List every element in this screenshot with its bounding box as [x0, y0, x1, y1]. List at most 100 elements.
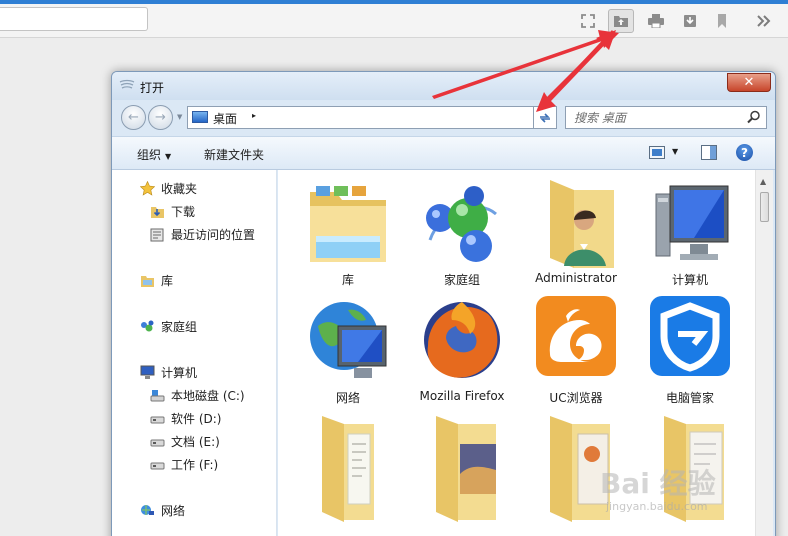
more-tools-button[interactable]: [751, 9, 777, 33]
file-item-pc-manager[interactable]: 电脑管家: [633, 290, 747, 406]
back-button[interactable]: ←: [121, 105, 146, 130]
view-dropdown-icon[interactable]: ▼: [672, 147, 678, 156]
folder-icon: [436, 416, 496, 522]
system-drive-icon: [150, 390, 165, 402]
breadcrumb-chevron-icon[interactable]: ▸: [252, 111, 256, 120]
dialog-titlebar: 打开 ✕: [112, 72, 775, 100]
search-box: [565, 106, 767, 129]
dialog-app-icon: [119, 79, 135, 89]
nav-drive-f[interactable]: 工作 (F:): [150, 456, 218, 473]
search-input[interactable]: [566, 107, 742, 128]
homegroup-spheres-icon: [426, 186, 497, 262]
command-bar: 组织 ▼ 新建文件夹 ▼ ?: [112, 136, 775, 170]
file-item-folder[interactable]: [291, 408, 405, 524]
nav-favorites-label: 收藏夹: [161, 182, 198, 196]
open-folder-icon: [614, 16, 628, 27]
nav-libraries-label: 库: [161, 274, 174, 288]
recent-places-icon: [150, 228, 164, 242]
new-folder-button[interactable]: 新建文件夹: [204, 146, 264, 163]
browser-toolbar: [0, 4, 788, 38]
nav-homegroup-label: 家庭组: [161, 320, 198, 334]
refresh-button[interactable]: [533, 106, 557, 129]
file-item-network[interactable]: 网络: [291, 290, 405, 406]
forward-button[interactable]: →: [148, 105, 173, 130]
search-icon[interactable]: [747, 110, 761, 124]
baidu-watermark-url: jingyan.baidu.com: [606, 500, 708, 513]
dialog-title: 打开: [140, 81, 165, 95]
file-item-homegroup[interactable]: 家庭组: [405, 172, 519, 288]
nav-favorites[interactable]: 收藏夹: [140, 180, 197, 197]
help-button[interactable]: ?: [736, 144, 753, 161]
nav-network[interactable]: 网络: [140, 502, 185, 519]
file-item-label: Administrator: [535, 271, 617, 285]
address-breadcrumb[interactable]: 桌面 ▸ ▼: [187, 106, 557, 129]
nav-drive-d-label: 软件 (D:): [171, 412, 222, 426]
file-item-uc-browser[interactable]: UC浏览器: [519, 290, 633, 406]
address-field[interactable]: [0, 7, 148, 31]
uc-browser-icon: [536, 296, 616, 376]
nav-drive-c-label: 本地磁盘 (C:): [171, 389, 245, 403]
fullscreen-icon: [581, 14, 595, 28]
network-globe-icon: [310, 302, 387, 378]
save-page-button[interactable]: [677, 9, 703, 33]
breadcrumb-location[interactable]: 桌面: [213, 110, 237, 127]
print-icon: [648, 14, 664, 28]
double-chevron-icon: [757, 15, 771, 27]
nav-drive-e[interactable]: 文档 (E:): [150, 433, 220, 450]
nav-drive-e-label: 文档 (E:): [171, 435, 220, 449]
save-download-icon: [684, 15, 696, 27]
user-folder-icon: [550, 180, 614, 268]
file-item-firefox[interactable]: Mozilla Firefox: [405, 290, 519, 406]
nav-network-label: 网络: [161, 504, 186, 518]
nav-recent-places-label: 最近访问的位置: [171, 228, 256, 242]
file-item-label: UC浏览器: [549, 391, 603, 405]
dialog-navbar: ← → ▼ 桌面 ▸ ▼: [112, 100, 775, 136]
library-folder-icon: [310, 186, 386, 262]
scroll-thumb[interactable]: [760, 192, 769, 222]
file-item-label: 计算机: [671, 273, 708, 287]
nav-computer-label: 计算机: [161, 366, 198, 380]
file-item-label: Mozilla Firefox: [419, 389, 505, 403]
file-item-folder[interactable]: [405, 408, 519, 524]
network-icon: [141, 505, 154, 515]
drive-icon: [150, 416, 165, 424]
download-folder-icon: [151, 207, 164, 218]
file-item-label: 库: [341, 273, 354, 287]
open-file-button[interactable]: [608, 9, 634, 33]
nav-drive-c[interactable]: 本地磁盘 (C:): [150, 387, 245, 404]
firefox-icon: [424, 302, 500, 378]
vertical-scrollbar[interactable]: ▲: [755, 170, 773, 536]
homegroup-icon: [141, 320, 154, 332]
organize-button[interactable]: 组织 ▼: [137, 146, 171, 163]
organize-label: 组织: [137, 148, 162, 162]
file-item-libraries[interactable]: 库: [291, 172, 405, 288]
scroll-up-icon[interactable]: ▲: [760, 177, 766, 186]
bookmark-button[interactable]: [709, 9, 735, 33]
library-icon: [141, 276, 154, 287]
fullscreen-button[interactable]: [575, 9, 601, 33]
nav-libraries[interactable]: 库: [140, 272, 173, 289]
folder-icon: [322, 416, 374, 522]
nav-downloads[interactable]: 下载: [150, 203, 195, 220]
nav-computer[interactable]: 计算机: [140, 364, 197, 381]
history-dropdown-icon[interactable]: ▼: [177, 113, 182, 121]
nav-drive-f-label: 工作 (F:): [171, 458, 219, 472]
nav-recent-places[interactable]: 最近访问的位置: [150, 226, 255, 243]
computer-monitor-icon: [655, 185, 729, 260]
close-button[interactable]: ✕: [727, 73, 771, 92]
bookmark-icon: [718, 14, 726, 28]
change-view-icon[interactable]: [649, 146, 665, 159]
file-item-label: 网络: [335, 391, 360, 405]
nav-drive-d[interactable]: 软件 (D:): [150, 410, 221, 427]
computer-icon: [140, 365, 155, 379]
file-item-computer[interactable]: 计算机: [633, 172, 747, 288]
organize-chevron-icon: ▼: [165, 152, 172, 161]
baidu-watermark: Bai 经验: [600, 467, 716, 500]
drive-icon: [150, 439, 165, 447]
file-item-administrator[interactable]: Administrator: [519, 172, 633, 288]
print-button[interactable]: [643, 9, 669, 33]
preview-pane-icon[interactable]: [701, 145, 717, 160]
nav-homegroup[interactable]: 家庭组: [140, 318, 197, 335]
pc-manager-shield-icon: [650, 296, 730, 376]
refresh-icon: [540, 112, 550, 123]
